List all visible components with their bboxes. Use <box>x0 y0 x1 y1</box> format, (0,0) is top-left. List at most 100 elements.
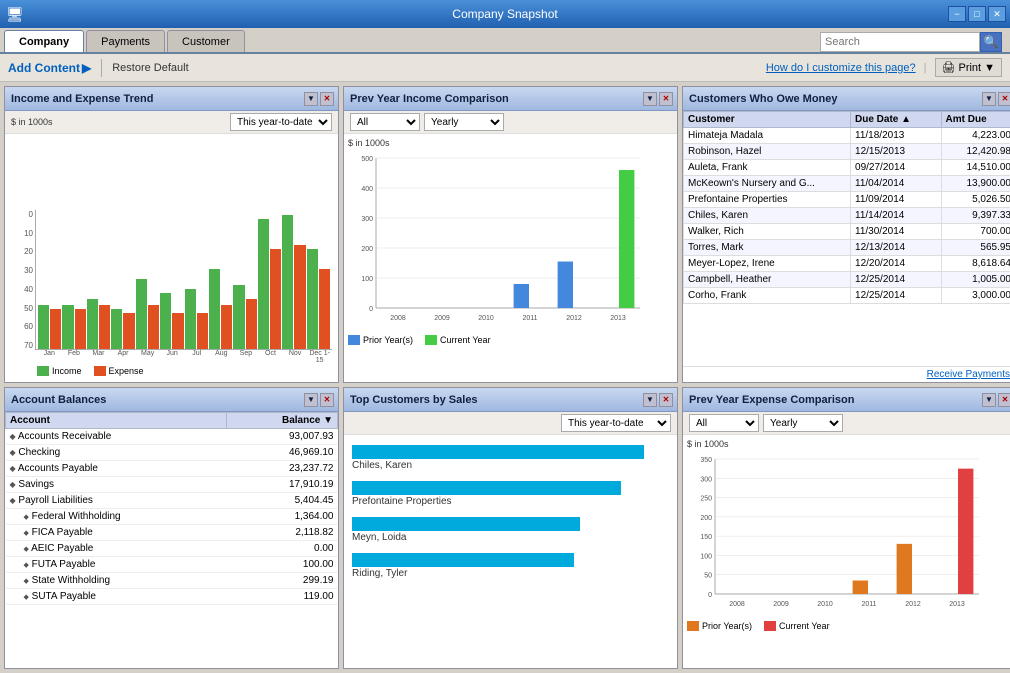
search-button[interactable]: 🔍 <box>980 32 1002 52</box>
arrow-right-icon: ▶ <box>82 61 91 75</box>
panel-close-btn[interactable]: ✕ <box>320 92 334 106</box>
svg-text:400: 400 <box>361 186 373 193</box>
top-customer-row[interactable]: Prefontaine Properties <box>352 481 669 507</box>
toolbar-separator-2: | <box>924 62 927 74</box>
col-amt-due: Amt Due <box>941 112 1010 128</box>
svg-text:300: 300 <box>700 476 712 483</box>
close-button[interactable]: ✕ <box>988 6 1006 22</box>
tab-bar: Company Payments Customer 🔍 <box>0 28 1010 54</box>
pye-period-select[interactable]: Yearly <box>763 414 843 432</box>
table-row[interactable]: ◆ Accounts Receivable93,007.93 <box>6 429 338 445</box>
panel-close-btn-4[interactable]: ✕ <box>320 393 334 407</box>
col-account: Account <box>6 413 227 429</box>
account-balances-header: Account Balances ▼ ✕ <box>5 388 338 412</box>
table-row[interactable]: Robinson, Hazel12/15/201312,420.98 <box>684 144 1010 160</box>
panel-close-btn-6[interactable]: ✕ <box>998 393 1010 407</box>
svg-text:200: 200 <box>700 515 712 522</box>
print-button[interactable]: 🖨 Print ▼ <box>935 58 1002 77</box>
bar-group <box>258 219 281 349</box>
search-area: 🔍 <box>820 32 1002 52</box>
panel-close-btn-5[interactable]: ✕ <box>659 393 673 407</box>
maximize-button[interactable]: □ <box>968 6 986 22</box>
table-row[interactable]: Prefontaine Properties11/09/20145,026.50 <box>684 192 1010 208</box>
table-row[interactable]: ◆ Accounts Payable23,237.72 <box>6 461 338 477</box>
table-row[interactable]: ◆ Savings17,910.19 <box>6 477 338 493</box>
table-row[interactable]: ◆ FICA Payable2,118.82 <box>6 525 338 541</box>
table-row[interactable]: ◆ SUTA Payable119.00 <box>6 589 338 605</box>
bar-group <box>87 299 110 349</box>
main-content: Income and Expense Trend ▼ ✕ $ in 1000s … <box>0 82 1010 673</box>
restore-default-link[interactable]: Restore Default <box>112 62 188 74</box>
svg-text:2011: 2011 <box>861 601 876 608</box>
table-row[interactable]: Torres, Mark12/13/2014565.95 <box>684 240 1010 256</box>
tab-payments[interactable]: Payments <box>86 30 165 52</box>
panel-controls: ▼ ✕ <box>304 92 334 106</box>
table-row[interactable]: Meyer-Lopez, Irene12/20/20148,618.64 <box>684 256 1010 272</box>
top-customers-period-select[interactable]: This year-to-date <box>561 414 671 432</box>
top-customers-panel: Top Customers by Sales ▼ ✕ This year-to-… <box>343 387 678 669</box>
svg-text:250: 250 <box>700 496 712 503</box>
add-content-button[interactable]: Add Content ▶ <box>8 61 91 75</box>
panel-collapse-btn-3[interactable]: ▼ <box>982 92 996 106</box>
svg-text:2013: 2013 <box>610 315 626 322</box>
table-row[interactable]: Chiles, Karen11/14/20149,397.33 <box>684 208 1010 224</box>
search-input[interactable] <box>820 32 980 52</box>
panel-close-btn-2[interactable]: ✕ <box>659 92 673 106</box>
bar-group <box>282 215 305 349</box>
svg-text:2013: 2013 <box>949 601 965 608</box>
table-row[interactable]: ◆ Federal Withholding1,364.00 <box>6 509 338 525</box>
y-axis-labels: 706050403020100 <box>11 210 35 350</box>
table-row[interactable]: Campbell, Heather12/25/20141,005.00 <box>684 272 1010 288</box>
customize-link[interactable]: How do I customize this page? <box>766 62 916 74</box>
pyi-filter-select[interactable]: All <box>350 113 420 131</box>
top-customer-row[interactable]: Chiles, Karen <box>352 445 669 471</box>
income-expense-panel: Income and Expense Trend ▼ ✕ $ in 1000s … <box>4 86 339 383</box>
svg-text:2011: 2011 <box>522 315 537 322</box>
top-customer-row[interactable]: Meyn, Loida <box>352 517 669 543</box>
panel-collapse-btn-2[interactable]: ▼ <box>643 92 657 106</box>
income-expense-period-select[interactable]: This year-to-date This fiscal year Last … <box>230 113 332 131</box>
minimize-button[interactable]: − <box>948 6 966 22</box>
svg-text:2010: 2010 <box>817 601 833 608</box>
account-balances-scroll[interactable]: Account Balance ▼ ◆ Accounts Receivable9… <box>5 412 338 668</box>
table-row[interactable]: Walker, Rich11/30/2014700.00 <box>684 224 1010 240</box>
bar-group <box>307 249 330 349</box>
panel-collapse-btn-6[interactable]: ▼ <box>982 393 996 407</box>
svg-text:350: 350 <box>700 457 712 464</box>
svg-text:2008: 2008 <box>390 315 406 322</box>
top-customers-toolbar: This year-to-date <box>344 412 677 435</box>
table-row[interactable]: Himateja Madala11/18/20134,223.00 <box>684 128 1010 144</box>
table-row[interactable]: Auleta, Frank09/27/201414,510.00 <box>684 160 1010 176</box>
panel-collapse-btn-4[interactable]: ▼ <box>304 393 318 407</box>
bar-group <box>38 305 61 349</box>
table-row[interactable]: Corho, Frank12/25/20143,000.00 <box>684 288 1010 304</box>
prev-year-expense-toolbar: All Yearly <box>683 412 1010 435</box>
pye-filter-select[interactable]: All <box>689 414 759 432</box>
prev-year-income-header: Prev Year Income Comparison ▼ ✕ <box>344 87 677 111</box>
svg-text:0: 0 <box>369 306 373 313</box>
pyi-period-select[interactable]: Yearly <box>424 113 504 131</box>
panel-controls-4: ▼ ✕ <box>304 393 334 407</box>
table-row[interactable]: ◆ State Withholding299.19 <box>6 573 338 589</box>
panel-collapse-btn[interactable]: ▼ <box>304 92 318 106</box>
toolbar-separator <box>101 59 102 77</box>
panel-controls-3: ▼ ✕ <box>982 92 1010 106</box>
toolbar: Add Content ▶ Restore Default How do I c… <box>0 54 1010 82</box>
tab-company[interactable]: Company <box>4 30 84 52</box>
income-expense-header: Income and Expense Trend ▼ ✕ <box>5 87 338 111</box>
table-row[interactable]: McKeown's Nursery and G...11/04/201413,9… <box>684 176 1010 192</box>
window-title: Company Snapshot <box>452 7 557 21</box>
account-balances-table: Account Balance ▼ ◆ Accounts Receivable9… <box>5 412 338 605</box>
table-row[interactable]: ◆ AEIC Payable0.00 <box>6 541 338 557</box>
top-customer-row[interactable]: Riding, Tyler <box>352 553 669 579</box>
table-row[interactable]: ◆ FUTA Payable100.00 <box>6 557 338 573</box>
customers-owe-table-scroll[interactable]: Customer Due Date ▲ Amt Due Himateja Mad… <box>683 111 1010 366</box>
receive-payments-link[interactable]: Receive Payments <box>683 366 1010 382</box>
table-row[interactable]: ◆ Checking46,969.10 <box>6 445 338 461</box>
panel-close-btn-3[interactable]: ✕ <box>998 92 1010 106</box>
table-row[interactable]: ◆ Payroll Liabilities5,404.45 <box>6 493 338 509</box>
toolbar-right: How do I customize this page? | 🖨 Print … <box>766 58 1002 77</box>
panel-collapse-btn-5[interactable]: ▼ <box>643 393 657 407</box>
col-balance: Balance ▼ <box>226 413 337 429</box>
tab-customer[interactable]: Customer <box>167 30 245 52</box>
